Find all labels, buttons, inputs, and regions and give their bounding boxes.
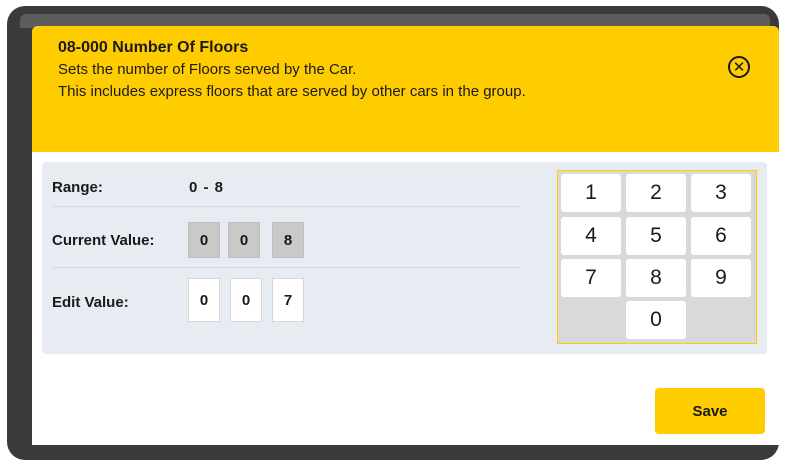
current-digit-3: 8 <box>272 222 304 258</box>
value-panel: Range: 0 - 8 Current Value: 0 0 8 Edit V… <box>42 162 767 354</box>
numeric-keypad: 1 2 3 4 5 6 7 8 9 0 <box>557 170 757 344</box>
row-divider <box>52 267 520 268</box>
row-divider <box>52 206 520 207</box>
dialog-description-line-1: Sets the number of Floors served by the … <box>58 61 357 78</box>
keypad-key-6[interactable]: 6 <box>691 217 751 255</box>
dialog-description-line-2: This includes express floors that are se… <box>58 83 526 100</box>
keypad-key-7[interactable]: 7 <box>561 259 621 297</box>
keypad-key-3[interactable]: 3 <box>691 174 751 212</box>
edit-digit-3[interactable]: 7 <box>272 278 304 322</box>
parameter-dialog: 08-000 Number Of Floors Sets the number … <box>32 26 779 445</box>
current-digit-2: 0 <box>228 222 260 258</box>
save-button[interactable]: Save <box>655 388 765 434</box>
keypad-key-5[interactable]: 5 <box>626 217 686 255</box>
range-value: 0 - 8 <box>189 179 225 196</box>
keypad-key-1[interactable]: 1 <box>561 174 621 212</box>
keypad-key-9[interactable]: 9 <box>691 259 751 297</box>
range-label: Range: <box>52 179 103 196</box>
keypad-key-8[interactable]: 8 <box>626 259 686 297</box>
edit-digit-2[interactable]: 0 <box>230 278 262 322</box>
dialog-header: 08-000 Number Of Floors Sets the number … <box>32 26 779 152</box>
keypad-key-2[interactable]: 2 <box>626 174 686 212</box>
close-icon[interactable]: ✕ <box>728 56 750 78</box>
edit-value-label: Edit Value: <box>52 294 129 311</box>
keypad-key-4[interactable]: 4 <box>561 217 621 255</box>
dialog-title: 08-000 Number Of Floors <box>58 39 249 56</box>
keypad-key-0[interactable]: 0 <box>626 301 686 339</box>
edit-digit-1[interactable]: 0 <box>188 278 220 322</box>
current-value-label: Current Value: <box>52 232 155 249</box>
current-digit-1: 0 <box>188 222 220 258</box>
